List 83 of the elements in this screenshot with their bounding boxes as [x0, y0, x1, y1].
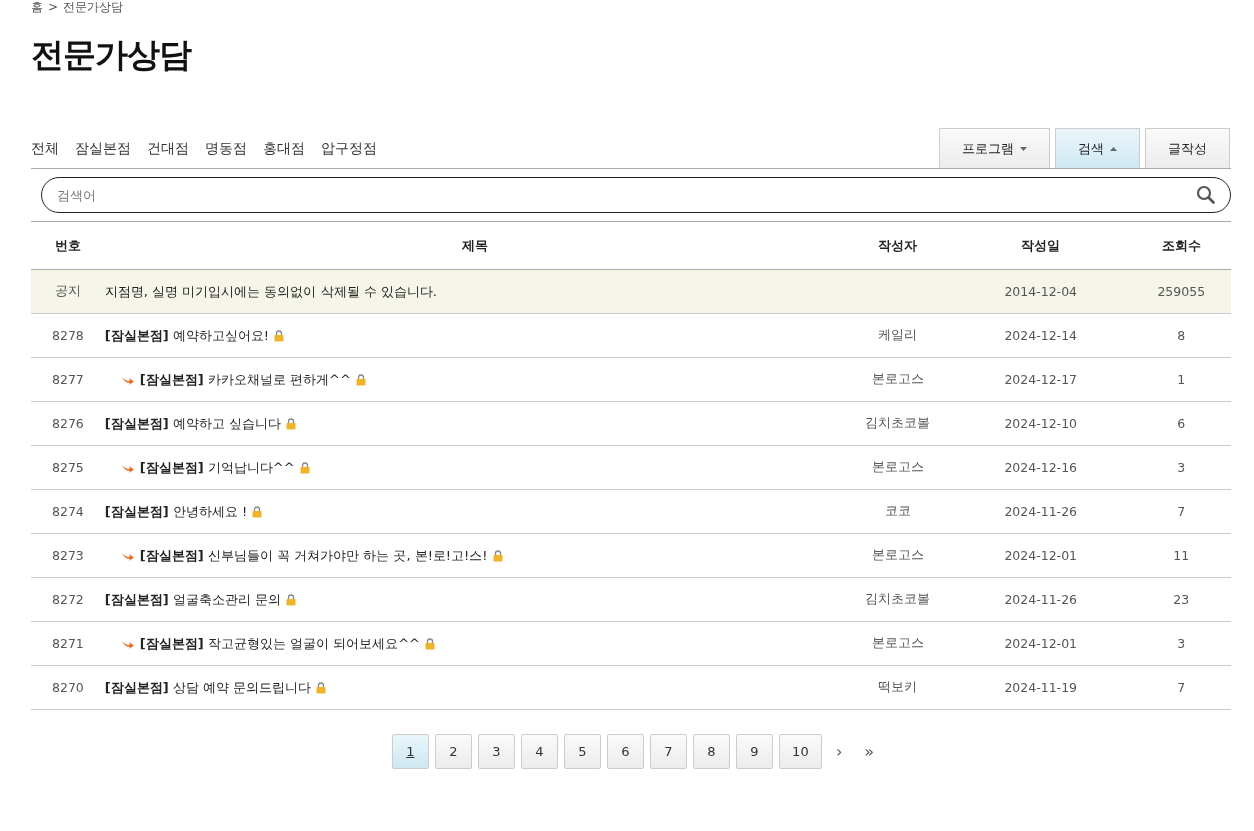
- page-title: 전문가상담: [31, 34, 193, 76]
- view-count: 8: [1131, 313, 1231, 358]
- column-header: 조회수: [1131, 221, 1231, 270]
- post-date: 2024-11-26: [949, 577, 1132, 622]
- post-title-link[interactable]: [잠실본점] 예약하고싶어요!: [104, 326, 270, 345]
- caret-icon: [1110, 146, 1117, 151]
- branch-tab[interactable]: 건대점: [147, 140, 189, 158]
- page-button[interactable]: 8: [692, 734, 730, 769]
- column-header: 번호: [31, 221, 105, 270]
- post-number: 8272: [31, 577, 105, 622]
- page-button[interactable]: 2: [434, 734, 472, 769]
- post-number: 8274: [31, 489, 105, 534]
- page-button[interactable]: 7: [649, 734, 687, 769]
- author-name: 김치초코볼: [845, 577, 950, 622]
- post-number: 8277: [31, 357, 105, 402]
- view-count: 1: [1131, 357, 1231, 402]
- view-count: 23: [1131, 577, 1231, 622]
- view-count: 11: [1131, 533, 1231, 578]
- post-title-link[interactable]: [잠실본점] 얼굴축소관리 문의: [104, 590, 281, 609]
- post-date: 2024-12-01: [949, 621, 1132, 666]
- post-title-link[interactable]: [잠실본점] 예약하고 싶습니다: [104, 414, 281, 433]
- post-date: 2024-12-17: [949, 357, 1132, 402]
- post-date: 2024-12-14: [949, 313, 1132, 358]
- caret-icon: [1020, 146, 1027, 151]
- column-header: 작성일: [949, 221, 1132, 270]
- breadcrumb-link[interactable]: 홈: [31, 0, 43, 16]
- branch-tab[interactable]: 압구정점: [321, 140, 377, 158]
- post-title-link[interactable]: [잠실본점] 작고균형있는 얼굴이 되어보세요^^: [139, 634, 420, 653]
- next-page-link[interactable]: ›: [827, 742, 851, 761]
- author-name: 코코: [845, 489, 950, 534]
- page-button[interactable]: 3: [477, 734, 515, 769]
- post-number: 8276: [31, 401, 105, 446]
- page-button[interactable]: 5: [563, 734, 601, 769]
- page-button[interactable]: 9: [735, 734, 773, 769]
- write-button[interactable]: 글작성: [1145, 128, 1230, 168]
- last-page-link[interactable]: »: [856, 742, 883, 761]
- search-field[interactable]: 검색어: [41, 177, 1231, 213]
- author-name: 김치초코볼: [845, 401, 950, 446]
- dropdown-button[interactable]: 검색: [1055, 128, 1140, 168]
- column-header: 작성자: [845, 221, 950, 270]
- author-name: 케일리: [845, 313, 950, 358]
- author-name: 떡보키: [845, 665, 950, 710]
- post-title-link[interactable]: [잠실본점] 기억납니다^^: [139, 458, 295, 477]
- post-title-link[interactable]: [잠실본점] 신부님들이 꼭 거쳐가야만 하는 곳, 본!로!고!스!: [139, 546, 488, 565]
- post-title-link[interactable]: [잠실본점] 상담 예약 문의드립니다: [104, 678, 312, 697]
- post-date: 2024-12-10: [949, 401, 1132, 446]
- branch-tab[interactable]: 전체: [31, 140, 59, 158]
- post-title-link[interactable]: [잠실본점] 안녕하세요 !: [104, 502, 248, 521]
- page-button[interactable]: 6: [606, 734, 644, 769]
- view-count: 7: [1131, 665, 1231, 710]
- post-number: 8275: [31, 445, 105, 490]
- dropdown-button[interactable]: 프로그램: [939, 128, 1050, 168]
- author-name: 본로고스: [845, 621, 950, 666]
- post-number: 8271: [31, 621, 105, 666]
- author-name: 본로고스: [845, 533, 950, 578]
- post-date: 2024-11-26: [949, 489, 1132, 534]
- post-title-link[interactable]: [잠실본점] 카카오채널로 편하게^^: [139, 370, 351, 389]
- breadcrumb-separator: >: [48, 0, 59, 14]
- view-count: 259055: [1131, 269, 1231, 314]
- post-number: 8270: [31, 665, 105, 710]
- column-header: 제목: [104, 221, 846, 270]
- author-name: 본로고스: [845, 357, 950, 402]
- post-date: 2014-12-04: [949, 269, 1132, 314]
- branch-tab[interactable]: 명동점: [205, 140, 247, 158]
- post-number: 8273: [31, 533, 105, 578]
- search-icon: [1196, 185, 1215, 204]
- view-count: 3: [1131, 445, 1231, 490]
- notice-title: 지점명, 실명 미기입시에는 동의없이 삭제될 수 있습니다.: [104, 282, 437, 301]
- post-date: 2024-11-19: [949, 665, 1132, 710]
- view-count: 6: [1131, 401, 1231, 446]
- page-button[interactable]: 1: [391, 734, 429, 769]
- post-number: 8278: [31, 313, 105, 358]
- page-button[interactable]: 10: [778, 734, 822, 769]
- post-date: 2024-12-01: [949, 533, 1132, 578]
- breadcrumb-current: 전문가상담: [63, 0, 124, 16]
- view-count: 7: [1131, 489, 1231, 534]
- branch-tab[interactable]: 잠실본점: [75, 140, 131, 158]
- post-date: 2024-12-16: [949, 445, 1132, 490]
- notice-label: 공지: [31, 269, 105, 314]
- page-button[interactable]: 4: [520, 734, 558, 769]
- branch-tab[interactable]: 홍대점: [263, 140, 305, 158]
- author-name: 본로고스: [845, 445, 950, 490]
- view-count: 3: [1131, 621, 1231, 666]
